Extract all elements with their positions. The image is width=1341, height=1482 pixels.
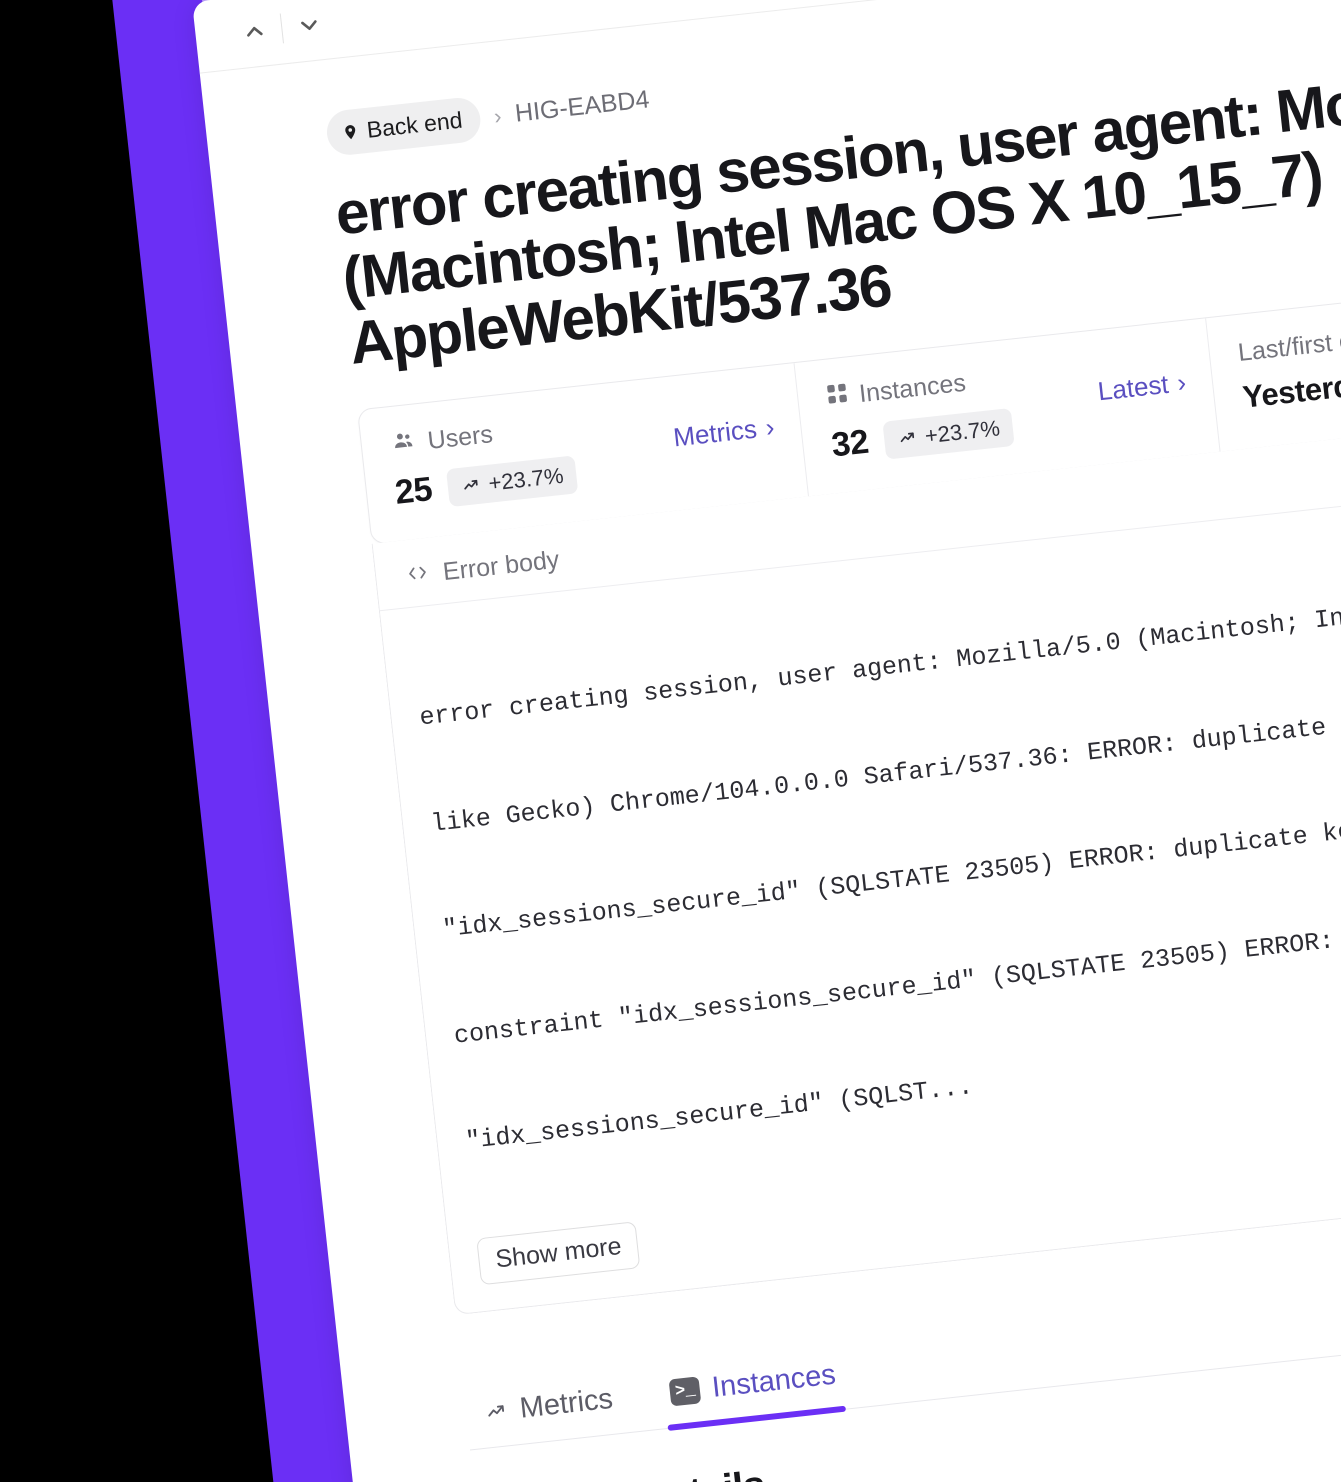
terminal-icon: >_ [669,1376,702,1407]
trend-up-icon [896,424,919,452]
error-body-label: Error body [441,546,561,587]
users-icon [389,429,419,461]
trend-up-icon [482,1394,509,1429]
trend-up-icon [459,472,482,500]
instances-count: 32 [829,423,871,465]
location-pin-icon [341,121,360,144]
breadcrumb-separator: › [492,102,503,129]
screenshot-stage: Back end › HIG-EABD4 error creating sess… [0,0,1341,1482]
toolbar-divider [279,12,284,43]
tab-metrics[interactable]: Metrics [482,1383,616,1448]
grid-icon [825,382,850,413]
error-body-panel: Error body error creating session, user … [371,416,1341,1316]
tab-metrics-label: Metrics [518,1382,615,1425]
chevron-right-icon: › [764,412,776,443]
users-card-label: Users [426,420,495,456]
tab-instances-label: Instances [710,1358,838,1404]
users-delta-badge: +23.7% [445,455,579,507]
chevron-down-icon[interactable] [286,2,332,48]
app-window: Back end › HIG-EABD4 error creating sess… [192,0,1341,1482]
show-more-button[interactable]: Show more [476,1221,641,1286]
code-line: error creating session, user agent: Mozi… [418,598,1341,733]
occurrence-card: Last/first occurrence Yesterday / Sep 12 [1205,283,1341,453]
chevron-right-icon: › [1175,367,1188,399]
instances-delta-badge: +23.7% [882,407,1015,460]
tab-instances[interactable]: >_ Instances [669,1359,840,1428]
instances-card-label: Instances [857,369,968,409]
users-delta-value: +23.7% [487,462,565,496]
page-content: Back end › HIG-EABD4 error creating sess… [200,0,1341,1482]
breadcrumb-chip-back-end[interactable]: Back end [324,95,483,158]
breadcrumb-error-id[interactable]: HIG-EABD4 [514,85,651,128]
instances-delta-value: +23.7% [923,415,1002,449]
code-icon [403,560,433,592]
breadcrumb-chip-label: Back end [365,106,464,143]
error-body-code: error creating session, user agent: Mozi… [410,509,1341,1230]
chevron-up-icon[interactable] [231,8,277,54]
users-count: 25 [393,470,434,513]
occurrence-card-label: Last/first occurrence [1236,315,1341,368]
